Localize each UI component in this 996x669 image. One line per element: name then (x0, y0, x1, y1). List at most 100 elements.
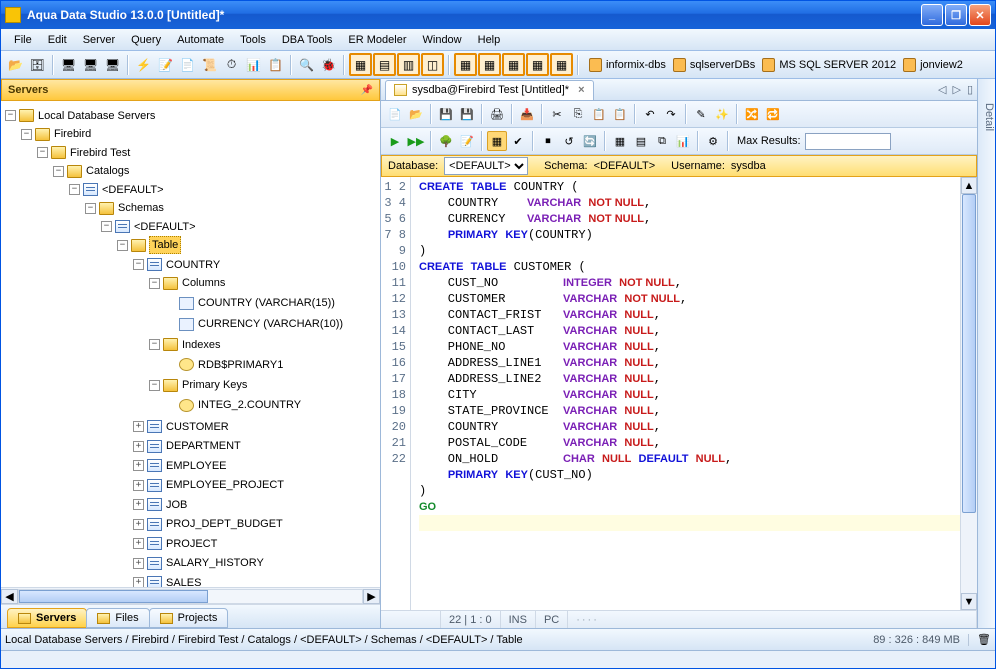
menu-window[interactable]: Window (416, 32, 469, 48)
expand-icon[interactable]: − (117, 240, 128, 251)
tree-table[interactable]: +JOB (133, 497, 188, 513)
tree-columns[interactable]: −Columns (149, 275, 226, 291)
tree-primary-keys[interactable]: −Primary Keys (149, 377, 248, 393)
tree-indexes[interactable]: −Indexes (149, 337, 222, 353)
tab-list-icon[interactable]: ▯ (967, 83, 973, 96)
tree-firebird-test[interactable]: −Firebird Test (37, 145, 131, 161)
tb-win4-icon[interactable]: ◫ (421, 53, 444, 76)
tree-firebird[interactable]: −Firebird (21, 126, 92, 142)
run-next-icon[interactable]: ▶▶ (406, 131, 426, 151)
etb-paste-icon[interactable]: 📋 (589, 104, 609, 124)
tree-table[interactable]: +PROJ_DEPT_BUDGET (133, 516, 284, 532)
menu-help[interactable]: Help (471, 32, 508, 48)
expand-icon[interactable]: − (133, 259, 144, 270)
tb-script-icon[interactable]: 📜 (199, 54, 220, 75)
scroll-right-icon[interactable]: ▶ (363, 589, 380, 604)
scroll-down-icon[interactable]: ▼ (961, 593, 977, 610)
pin-icon[interactable]: 📌 (361, 85, 373, 96)
tree-table[interactable]: +SALARY_HISTORY (133, 555, 265, 571)
tree-table-country[interactable]: −COUNTRY (133, 257, 221, 273)
tree-table[interactable]: +EMPLOYEE (133, 458, 228, 474)
expand-icon[interactable]: − (85, 203, 96, 214)
tb-win2-icon[interactable]: ▤ (373, 53, 396, 76)
tb-win1-icon[interactable]: ▦ (349, 53, 372, 76)
menu-edit[interactable]: Edit (41, 32, 74, 48)
close-tab-icon[interactable]: × (578, 84, 584, 96)
code-editor[interactable]: 1 2 3 4 5 6 7 8 9 10 11 12 13 14 15 16 1… (381, 177, 977, 610)
tree-table[interactable]: +EMPLOYEE_PROJECT (133, 477, 285, 493)
expand-icon[interactable]: + (133, 421, 144, 432)
menu-file[interactable]: File (7, 32, 39, 48)
tree-hscroll[interactable]: ◀ ▶ (1, 587, 380, 604)
expand-icon[interactable]: + (133, 538, 144, 549)
etb-redo-icon[interactable]: ↷ (661, 104, 681, 124)
tree-column[interactable]: CURRENCY (VARCHAR(10)) (165, 316, 344, 332)
etb-undo-icon[interactable]: ↶ (640, 104, 660, 124)
tree-root[interactable]: −Local Database Servers (5, 108, 156, 124)
etb-import-icon[interactable]: 📥 (517, 104, 537, 124)
etb-cut-icon[interactable]: ✂ (547, 104, 567, 124)
hscroll-thumb[interactable] (19, 590, 208, 603)
trash-icon[interactable]: 🗑 (977, 633, 991, 646)
etb-format-icon[interactable]: ✨ (712, 104, 732, 124)
minimize-button[interactable]: _ (921, 4, 943, 26)
tree-table[interactable]: +CUSTOMER (133, 419, 230, 435)
etb-highlight-icon[interactable]: ✎ (691, 104, 711, 124)
etb-compare-icon[interactable]: 🔁 (763, 104, 783, 124)
expand-icon[interactable]: − (5, 110, 16, 121)
tab-projects[interactable]: Projects (149, 608, 229, 628)
expand-icon[interactable]: + (133, 519, 144, 530)
maximize-button[interactable]: ❐ (945, 4, 967, 26)
tb-tile1-icon[interactable]: ▦ (454, 53, 477, 76)
tree-table[interactable]: +PROJECT (133, 536, 218, 552)
expand-icon[interactable]: − (69, 184, 80, 195)
tb-chart-icon[interactable]: 📊 (243, 54, 264, 75)
expand-icon[interactable]: + (133, 441, 144, 452)
expand-icon[interactable]: − (149, 278, 160, 289)
menu-query[interactable]: Query (124, 32, 168, 48)
tab-nav-left-icon[interactable]: ◁ (938, 83, 946, 96)
tree-schema-default[interactable]: −<DEFAULT> (101, 219, 197, 235)
expand-icon[interactable]: − (149, 339, 160, 350)
db-shortcut-informix[interactable]: informix-dbs (589, 58, 666, 72)
tb-sql-icon[interactable]: 📄 (177, 54, 198, 75)
explain-icon[interactable]: 🌳 (436, 131, 456, 151)
etb-saveas-icon[interactable]: 💾 (457, 104, 477, 124)
tb-query-icon[interactable]: 📝 (155, 54, 176, 75)
max-results-input[interactable] (805, 133, 891, 150)
editor-tab[interactable]: sysdba@Firebird Test [Untitled]* × (385, 80, 594, 100)
menu-automate[interactable]: Automate (170, 32, 231, 48)
auto-commit-icon[interactable]: ▦ (487, 131, 507, 151)
expand-icon[interactable]: − (149, 380, 160, 391)
server-tree[interactable]: −Local Database Servers −Firebird −Fireb… (1, 101, 380, 587)
tb-tile5-icon[interactable]: ▦ (550, 53, 573, 76)
etb-print-icon[interactable]: 🖨 (487, 104, 507, 124)
detail-panel-tab[interactable]: Detail (977, 79, 995, 628)
tb-server-add-icon[interactable]: 🖥 (58, 54, 79, 75)
tree-pk[interactable]: INTEG_2.COUNTRY (165, 397, 302, 413)
text-icon[interactable]: ▤ (631, 131, 651, 151)
tab-servers[interactable]: Servers (7, 608, 87, 628)
tb-explain-icon[interactable]: 🔍 (296, 54, 317, 75)
tab-files[interactable]: Files (86, 608, 149, 628)
tb-copy-icon[interactable]: 📋 (265, 54, 286, 75)
menu-server[interactable]: Server (76, 32, 122, 48)
tree-schemas[interactable]: −Schemas (85, 200, 165, 216)
tree-table-folder[interactable]: −Table (117, 236, 181, 254)
commit-icon[interactable]: ✔ (508, 131, 528, 151)
tb-tile2-icon[interactable]: ▦ (478, 53, 501, 76)
drag-handle[interactable]: ···· (568, 611, 977, 628)
run-icon[interactable]: ▶ (385, 131, 405, 151)
expand-icon[interactable]: − (101, 221, 112, 232)
etb-save-icon[interactable]: 💾 (436, 104, 456, 124)
tb-db-icon[interactable]: 🗄 (27, 54, 48, 75)
chart-icon[interactable]: 📊 (673, 131, 693, 151)
tree-column[interactable]: COUNTRY (VARCHAR(15)) (165, 295, 336, 311)
tb-sched-icon[interactable]: ⏱ (221, 54, 242, 75)
stop-icon[interactable]: ⏹ (538, 131, 558, 151)
tree-table[interactable]: +SALES (133, 575, 202, 588)
tree-table[interactable]: +DEPARTMENT (133, 438, 242, 454)
tb-tile4-icon[interactable]: ▦ (526, 53, 549, 76)
expand-icon[interactable]: + (133, 499, 144, 510)
menu-tools[interactable]: Tools (233, 32, 273, 48)
